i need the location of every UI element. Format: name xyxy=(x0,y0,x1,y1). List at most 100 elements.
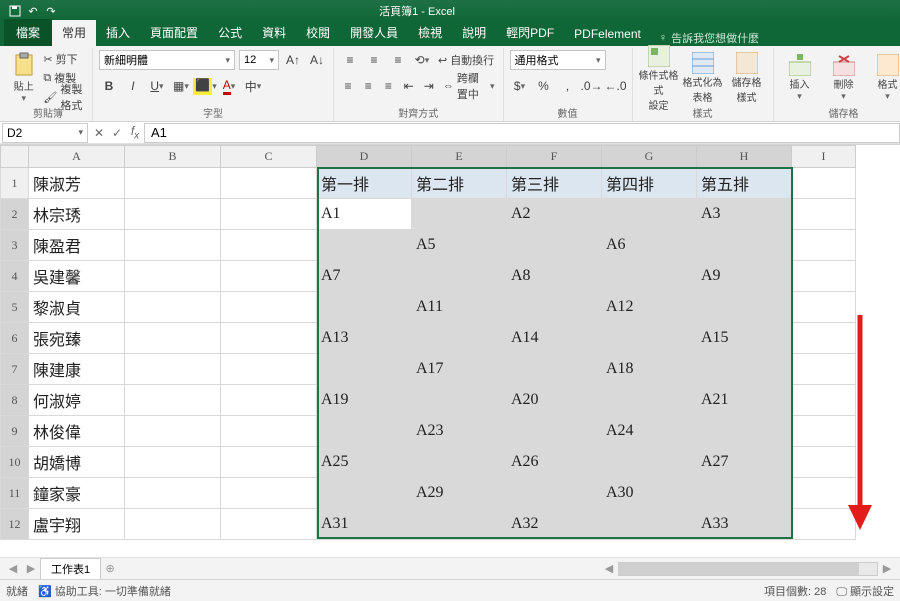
column-header-H[interactable]: H xyxy=(697,146,792,168)
hscroll-track[interactable] xyxy=(618,562,878,576)
sheet-nav-next-icon[interactable]: ▶ xyxy=(22,562,40,575)
cell-E8[interactable] xyxy=(412,385,507,416)
row-header[interactable]: 1 xyxy=(1,168,29,199)
cell-E4[interactable] xyxy=(412,261,507,292)
conditional-formatting-button[interactable]: 條件式格式 設定 xyxy=(639,50,679,106)
cell-E9[interactable]: A23 xyxy=(412,416,507,447)
cell-I2[interactable] xyxy=(792,199,856,230)
cell-C2[interactable] xyxy=(221,199,317,230)
font-name-select[interactable]: 新細明體▾ xyxy=(99,50,235,70)
cell-H6[interactable]: A15 xyxy=(697,323,792,354)
cell-B10[interactable] xyxy=(125,447,221,478)
cell-D12[interactable]: A31 xyxy=(317,509,412,540)
tab-view[interactable]: 檢視 xyxy=(408,20,452,46)
column-header-C[interactable]: C xyxy=(221,146,317,168)
hscroll-right-icon[interactable]: ▶ xyxy=(878,562,896,575)
cell-A2[interactable]: 林宗琇 xyxy=(29,199,125,230)
cell-B11[interactable] xyxy=(125,478,221,509)
undo-icon[interactable]: ↶ xyxy=(24,2,42,20)
row-header[interactable]: 7 xyxy=(1,354,29,385)
save-icon[interactable] xyxy=(6,2,24,20)
fill-color-button[interactable]: ⬛▾ xyxy=(195,76,215,96)
cell-B8[interactable] xyxy=(125,385,221,416)
row-header[interactable]: 8 xyxy=(1,385,29,416)
indent-inc-icon[interactable]: ⇥ xyxy=(421,76,437,96)
column-header-F[interactable]: F xyxy=(507,146,602,168)
cell-A8[interactable]: 何淑婷 xyxy=(29,385,125,416)
format-cells-button[interactable]: 格式▾ xyxy=(868,50,900,106)
cell-A6[interactable]: 張宛臻 xyxy=(29,323,125,354)
cell-B1[interactable] xyxy=(125,168,221,199)
row-header[interactable]: 12 xyxy=(1,509,29,540)
percent-button[interactable]: % xyxy=(534,76,554,96)
decrease-font-icon[interactable]: A↓ xyxy=(307,50,327,70)
cell-H5[interactable] xyxy=(697,292,792,323)
cell-D7[interactable] xyxy=(317,354,412,385)
cell-E3[interactable]: A5 xyxy=(412,230,507,261)
cell-C10[interactable] xyxy=(221,447,317,478)
column-header-A[interactable]: A xyxy=(29,146,125,168)
cell-F9[interactable] xyxy=(507,416,602,447)
cell-A10[interactable]: 胡嬌博 xyxy=(29,447,125,478)
cell-G9[interactable]: A24 xyxy=(602,416,697,447)
align-middle-icon[interactable]: ≡ xyxy=(364,50,384,70)
hscroll-left-icon[interactable]: ◀ xyxy=(600,562,618,575)
font-size-select[interactable]: 12▾ xyxy=(239,50,279,70)
cell-E2[interactable] xyxy=(412,199,507,230)
tab-help[interactable]: 說明 xyxy=(452,20,496,46)
cell-B4[interactable] xyxy=(125,261,221,292)
cell-A4[interactable]: 吳建馨 xyxy=(29,261,125,292)
cell-E12[interactable] xyxy=(412,509,507,540)
tab-file[interactable]: 檔案 xyxy=(4,19,52,46)
formula-bar[interactable]: A1 xyxy=(144,123,900,143)
cell-G3[interactable]: A6 xyxy=(602,230,697,261)
cell-I8[interactable] xyxy=(792,385,856,416)
cell-G7[interactable]: A18 xyxy=(602,354,697,385)
increase-decimal-icon[interactable]: .0→ xyxy=(582,76,602,96)
wrap-text-button[interactable]: ↩自動換行 xyxy=(436,51,496,69)
cell-B12[interactable] xyxy=(125,509,221,540)
cell-F1[interactable]: 第三排 xyxy=(507,168,602,199)
cell-H2[interactable]: A3 xyxy=(697,199,792,230)
display-settings-button[interactable]: 🖵 顯示設定 xyxy=(836,583,894,599)
font-color-button[interactable]: A▾ xyxy=(219,76,239,96)
underline-button[interactable]: U▾ xyxy=(147,76,167,96)
cell-C3[interactable] xyxy=(221,230,317,261)
cell-G2[interactable] xyxy=(602,199,697,230)
cut-button[interactable]: ✂剪下 xyxy=(41,50,86,68)
column-header-E[interactable]: E xyxy=(412,146,507,168)
row-header[interactable]: 2 xyxy=(1,199,29,230)
cell-G8[interactable] xyxy=(602,385,697,416)
row-header[interactable]: 10 xyxy=(1,447,29,478)
cell-E6[interactable] xyxy=(412,323,507,354)
cell-B5[interactable] xyxy=(125,292,221,323)
cell-I7[interactable] xyxy=(792,354,856,385)
tab-formulas[interactable]: 公式 xyxy=(208,20,252,46)
cell-D10[interactable]: A25 xyxy=(317,447,412,478)
cell-I12[interactable] xyxy=(792,509,856,540)
row-header[interactable]: 6 xyxy=(1,323,29,354)
cell-F3[interactable] xyxy=(507,230,602,261)
cell-D2[interactable]: A1 xyxy=(317,199,412,230)
cell-E10[interactable] xyxy=(412,447,507,478)
cell-C11[interactable] xyxy=(221,478,317,509)
tab-layout[interactable]: 頁面配置 xyxy=(140,20,208,46)
cell-D4[interactable]: A7 xyxy=(317,261,412,292)
cell-F2[interactable]: A2 xyxy=(507,199,602,230)
redo-icon[interactable]: ↷ xyxy=(42,2,60,20)
cell-C8[interactable] xyxy=(221,385,317,416)
cell-A3[interactable]: 陳盈君 xyxy=(29,230,125,261)
cell-D1[interactable]: 第一排 xyxy=(317,168,412,199)
cell-C1[interactable] xyxy=(221,168,317,199)
select-all-cell[interactable] xyxy=(1,146,29,168)
comma-button[interactable]: , xyxy=(558,76,578,96)
cell-H11[interactable] xyxy=(697,478,792,509)
cell-G6[interactable] xyxy=(602,323,697,354)
cell-I5[interactable] xyxy=(792,292,856,323)
row-header[interactable]: 11 xyxy=(1,478,29,509)
cell-I3[interactable] xyxy=(792,230,856,261)
insert-cells-button[interactable]: 插入▾ xyxy=(780,50,820,106)
cell-H3[interactable] xyxy=(697,230,792,261)
cell-C6[interactable] xyxy=(221,323,317,354)
tab-home[interactable]: 常用 xyxy=(52,20,96,46)
